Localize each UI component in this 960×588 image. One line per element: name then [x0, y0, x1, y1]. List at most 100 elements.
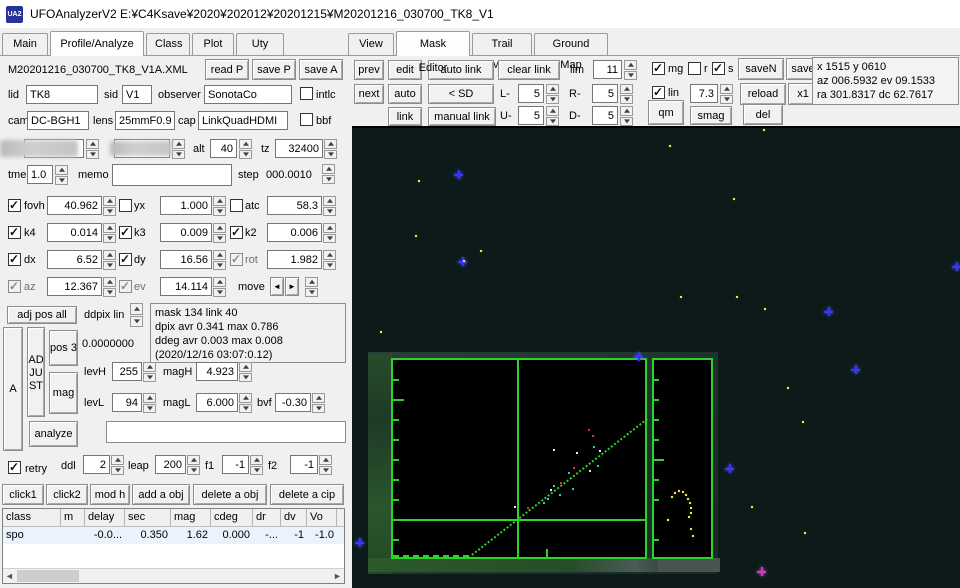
- del-button[interactable]: del: [743, 104, 783, 125]
- k3-spinner[interactable]: [213, 223, 226, 243]
- k2-checkbox[interactable]: [230, 225, 243, 239]
- scroll-left-icon[interactable]: ◄: [4, 571, 15, 582]
- clear-link-button[interactable]: clear link: [498, 60, 560, 80]
- k4-input[interactable]: [47, 223, 102, 242]
- l-minus-input[interactable]: [518, 84, 544, 103]
- next-button[interactable]: next: [354, 84, 384, 104]
- f2-input[interactable]: [290, 455, 318, 474]
- smag-button[interactable]: smag: [690, 106, 732, 125]
- yx-input[interactable]: [160, 196, 212, 215]
- bvf-input[interactable]: [275, 393, 311, 412]
- observer-input[interactable]: [204, 85, 292, 104]
- column-header-mag[interactable]: mag: [171, 509, 211, 526]
- lens-input[interactable]: [115, 111, 175, 130]
- column-header-delay[interactable]: delay: [85, 509, 125, 526]
- intlc-checkbox[interactable]: [300, 87, 313, 100]
- mod-h-button[interactable]: mod h: [90, 484, 130, 505]
- fovh-spinner[interactable]: [103, 196, 116, 216]
- dx-checkbox[interactable]: [8, 252, 21, 266]
- tme-spinner[interactable]: [55, 165, 68, 185]
- click1-button[interactable]: click1: [2, 484, 44, 505]
- levh-spinner[interactable]: [143, 362, 156, 382]
- az-spinner[interactable]: [103, 277, 116, 297]
- smag-value-spinner[interactable]: [720, 84, 733, 104]
- sd-button[interactable]: < SD: [428, 84, 494, 104]
- rot-input[interactable]: [267, 250, 322, 269]
- r-checkbox[interactable]: [688, 62, 701, 75]
- horizontal-scrollbar[interactable]: ◄ ►: [3, 568, 344, 583]
- rot-spinner[interactable]: [323, 250, 336, 270]
- rot-checkbox[interactable]: [230, 252, 243, 266]
- auto-button[interactable]: auto: [388, 84, 422, 104]
- a-button[interactable]: A: [3, 327, 23, 451]
- column-header-cdeg[interactable]: cdeg: [211, 509, 253, 526]
- step-spinner[interactable]: [322, 164, 335, 184]
- pos3-button[interactable]: pos 3: [49, 330, 78, 366]
- fovh-input[interactable]: [47, 196, 102, 215]
- k2-spinner[interactable]: [323, 223, 336, 243]
- k3-input[interactable]: [160, 223, 212, 242]
- smag-value-input[interactable]: [690, 84, 718, 103]
- az-input[interactable]: [47, 277, 102, 296]
- magl-input[interactable]: [196, 393, 238, 412]
- tme-input[interactable]: [27, 165, 53, 184]
- edit-button[interactable]: edit: [388, 60, 422, 80]
- column-header-class[interactable]: class: [3, 509, 61, 526]
- tab-main[interactable]: Main: [2, 33, 48, 55]
- ev-spinner[interactable]: [213, 277, 226, 297]
- reload-button[interactable]: reload: [740, 83, 786, 105]
- magh-spinner[interactable]: [239, 362, 252, 382]
- atc-checkbox[interactable]: [230, 199, 243, 212]
- leap-spinner[interactable]: [187, 455, 200, 475]
- redacted-spinner-2[interactable]: [172, 139, 185, 159]
- magh-input[interactable]: [196, 362, 238, 381]
- az-checkbox[interactable]: [8, 279, 21, 293]
- lim-spinner[interactable]: [624, 60, 637, 80]
- f1-input[interactable]: [222, 455, 249, 474]
- tab-ground-map[interactable]: Ground Map: [534, 33, 608, 71]
- u-minus-spinner[interactable]: [546, 106, 559, 126]
- r-minus-spinner[interactable]: [620, 84, 633, 104]
- column-header-sec[interactable]: sec: [125, 509, 171, 526]
- lin-checkbox[interactable]: [652, 85, 665, 99]
- tab-profile-analyze[interactable]: Profile/Analyze: [50, 31, 144, 56]
- column-header-Vo[interactable]: Vo: [307, 509, 337, 526]
- column-header-m[interactable]: m: [61, 509, 85, 526]
- prev-button[interactable]: prev: [354, 60, 384, 80]
- fovh-checkbox[interactable]: [8, 198, 21, 212]
- dy-spinner[interactable]: [213, 250, 226, 270]
- leap-input[interactable]: [155, 455, 186, 474]
- table-row[interactable]: spo -0.0... 0.350 1.62 0.000 -... -1 -1.0: [3, 527, 344, 544]
- atc-input[interactable]: [267, 196, 322, 215]
- tab-class[interactable]: Class: [146, 33, 190, 55]
- tab-uty[interactable]: Uty: [236, 33, 284, 55]
- levl-spinner[interactable]: [143, 393, 156, 413]
- delete-a-obj-button[interactable]: delete a obj: [193, 484, 267, 505]
- link-button[interactable]: link: [388, 107, 422, 126]
- tab-mask-editor[interactable]: Mask Editor: [396, 31, 470, 74]
- redacted-spinner-1[interactable]: [86, 139, 99, 159]
- levl-input[interactable]: [112, 393, 142, 412]
- save-a-button[interactable]: save A: [299, 59, 343, 80]
- mg-checkbox[interactable]: [652, 61, 665, 75]
- add-a-obj-button[interactable]: add a obj: [132, 484, 190, 505]
- sid-input[interactable]: [122, 85, 152, 104]
- delete-a-cip-button[interactable]: delete a cip: [270, 484, 344, 505]
- bvf-spinner[interactable]: [312, 393, 325, 413]
- mag-adjust-button[interactable]: mag: [49, 372, 78, 414]
- tab-view[interactable]: View: [348, 33, 394, 55]
- bbf-checkbox[interactable]: [300, 113, 313, 126]
- atc-spinner[interactable]: [323, 196, 336, 216]
- tz-input[interactable]: [275, 139, 323, 158]
- qm-button[interactable]: qm: [648, 100, 684, 125]
- f1-spinner[interactable]: [250, 455, 263, 475]
- adjust-button[interactable]: ADJUST: [27, 327, 45, 417]
- adj-pos-all-button[interactable]: adj pos all: [7, 306, 77, 324]
- cap-input[interactable]: [198, 111, 288, 130]
- dx-spinner[interactable]: [103, 250, 116, 270]
- k4-spinner[interactable]: [103, 223, 116, 243]
- tz-spinner[interactable]: [324, 139, 337, 159]
- dy-checkbox[interactable]: [119, 252, 132, 266]
- memo-input[interactable]: [112, 164, 232, 186]
- column-header-dv[interactable]: dv: [281, 509, 307, 526]
